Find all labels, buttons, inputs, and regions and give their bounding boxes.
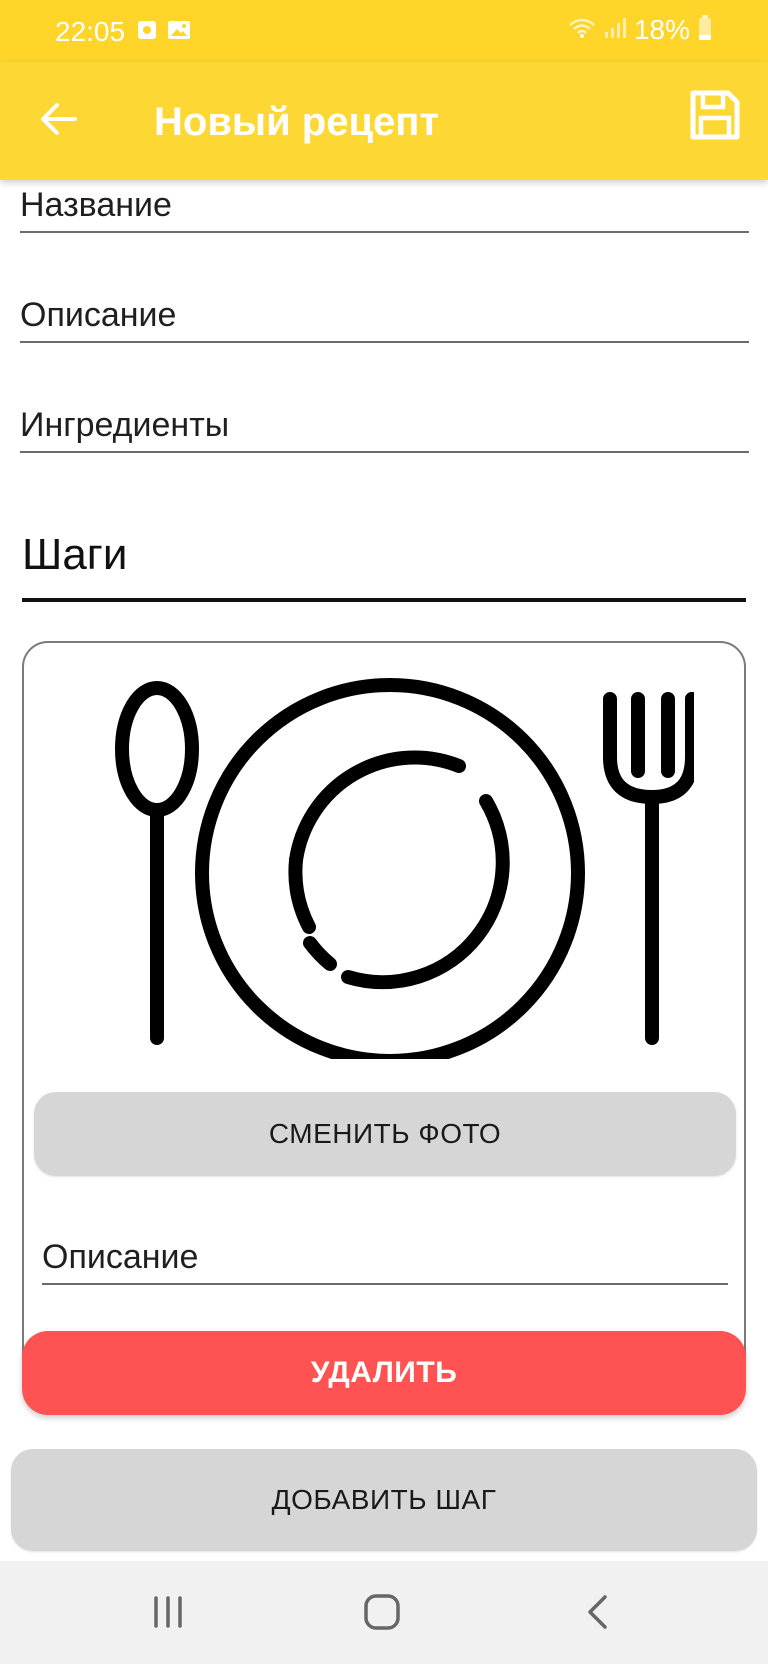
change-photo-button[interactable]: СМЕНИТЬ ФОТО: [34, 1092, 736, 1176]
step-card: СМЕНИТЬ ФОТО: [22, 641, 746, 1409]
status-time: 22:05: [55, 16, 126, 47]
notification-app-icon: [137, 20, 157, 45]
delete-step-button[interactable]: УДАЛИТЬ: [22, 1331, 746, 1415]
plate-cutlery-icon: [84, 678, 699, 1068]
app-bar: Новый рецепт: [0, 62, 768, 180]
wifi-icon: [568, 17, 596, 44]
recipe-description-field[interactable]: [20, 296, 749, 343]
arrow-left-icon: [39, 101, 79, 142]
delete-step-label: УДАЛИТЬ: [310, 1356, 458, 1389]
back-button[interactable]: [28, 90, 90, 152]
step-description-field[interactable]: [42, 1238, 728, 1285]
add-step-button[interactable]: ДОБАВИТЬ ШАГ: [11, 1449, 757, 1551]
recents-icon: [151, 1595, 185, 1634]
system-nav-bar: [0, 1561, 768, 1664]
recents-button[interactable]: [138, 1591, 198, 1637]
steps-heading-label: Шаги: [22, 530, 128, 579]
save-floppy-icon: [688, 88, 742, 147]
recipe-ingredients-field[interactable]: [20, 406, 749, 453]
nav-back-button[interactable]: [568, 1591, 628, 1637]
save-button[interactable]: [684, 86, 746, 148]
recipe-description-input[interactable]: [20, 296, 749, 341]
steps-heading: Шаги: [22, 528, 746, 602]
home-button[interactable]: [352, 1591, 412, 1637]
page-title: Новый рецепт: [154, 100, 440, 144]
signal-icon: [604, 17, 626, 44]
change-photo-label: СМЕНИТЬ ФОТО: [268, 1118, 502, 1149]
status-right: 18%: [568, 14, 712, 46]
status-bar: 22:05 18%: [0, 0, 768, 62]
add-step-label: ДОБАВИТЬ ШАГ: [271, 1484, 497, 1515]
recipe-ingredients-input[interactable]: [20, 406, 749, 451]
step-photo: [84, 657, 699, 1068]
battery-level: 18%: [633, 14, 690, 45]
notification-icons: [137, 20, 191, 45]
back-chevron-icon: [585, 1594, 611, 1635]
home-icon: [363, 1593, 401, 1636]
gallery-icon: [167, 20, 191, 45]
recipe-name-field[interactable]: [20, 186, 749, 233]
recipe-name-input[interactable]: [20, 186, 749, 231]
step-description-input[interactable]: [42, 1238, 728, 1283]
battery-icon: [698, 14, 712, 46]
